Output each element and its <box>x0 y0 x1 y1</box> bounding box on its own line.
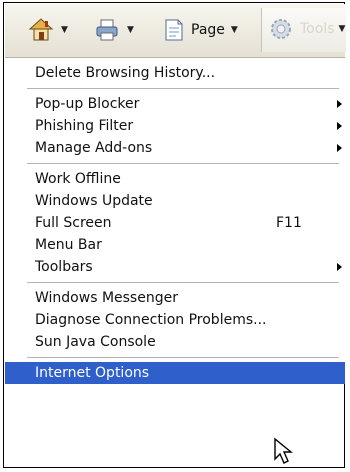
home-button[interactable]: ▼ <box>27 14 68 46</box>
menu-separator <box>27 357 339 358</box>
menu-item-menu-bar[interactable]: Menu Bar <box>5 234 345 256</box>
menu-item-phishing-filter[interactable]: Phishing Filter <box>5 115 345 137</box>
menu-item-label: Internet Options <box>35 365 150 381</box>
submenu-arrow-icon <box>337 144 342 152</box>
print-dropdown-icon[interactable]: ▼ <box>127 25 134 35</box>
home-icon <box>28 18 54 41</box>
submenu-arrow-icon <box>337 100 342 108</box>
menu-item-delete-browsing-history[interactable]: Delete Browsing History... <box>5 62 345 84</box>
menu-separator <box>27 88 339 89</box>
page-button[interactable]: Page ▼ <box>163 14 238 46</box>
mouse-cursor-icon <box>274 437 293 464</box>
menu-item-label: Delete Browsing History... <box>35 65 216 81</box>
menu-item-toolbars[interactable]: Toolbars <box>5 256 345 278</box>
menu-item-sun-java-console[interactable]: Sun Java Console <box>5 331 345 353</box>
menu-item-label: Sun Java Console <box>35 334 156 350</box>
menu-item-diagnose-connection[interactable]: Diagnose Connection Problems... <box>5 309 345 331</box>
submenu-arrow-icon <box>337 263 342 271</box>
tools-dropdown-icon[interactable]: ▼ <box>339 24 346 34</box>
menu-item-label: Diagnose Connection Problems... <box>35 312 267 328</box>
menu-item-internet-options[interactable]: Internet Options <box>5 362 345 384</box>
menu-item-label: Full Screen <box>35 215 112 231</box>
page-dropdown-icon[interactable]: ▼ <box>231 25 238 35</box>
command-bar: ▼ ▼ Page ▼ Tools ▼ <box>5 4 346 58</box>
ie-tools-menu-window: ▼ ▼ Page ▼ Tools ▼ Delete Browsing Histo… <box>3 2 346 468</box>
menu-separator <box>27 282 339 283</box>
tools-menu: Delete Browsing History... Pop-up Blocke… <box>5 58 345 384</box>
shortcut-label: F11 <box>276 215 302 231</box>
menu-item-label: Menu Bar <box>35 237 102 253</box>
tools-label: Tools <box>300 21 335 37</box>
menu-item-label: Toolbars <box>35 259 93 275</box>
menu-item-popup-blocker[interactable]: Pop-up Blocker <box>5 93 345 115</box>
menu-item-label: Phishing Filter <box>35 118 134 134</box>
page-icon <box>165 19 183 41</box>
menu-item-label: Windows Update <box>35 193 153 209</box>
submenu-arrow-icon <box>337 122 342 130</box>
menu-item-windows-messenger[interactable]: Windows Messenger <box>5 287 345 309</box>
menu-item-windows-update[interactable]: Windows Update <box>5 190 345 212</box>
menu-item-work-offline[interactable]: Work Offline <box>5 168 345 190</box>
menu-item-label: Pop-up Blocker <box>35 96 140 112</box>
print-icon <box>96 19 118 41</box>
page-label: Page <box>191 22 225 38</box>
gear-icon <box>271 19 291 39</box>
menu-item-label: Work Offline <box>35 171 121 187</box>
menu-separator <box>27 163 339 164</box>
home-dropdown-icon[interactable]: ▼ <box>61 25 68 35</box>
menu-item-full-screen[interactable]: Full Screen F11 <box>5 212 345 234</box>
menu-item-label: Manage Add-ons <box>35 140 153 156</box>
menu-item-manage-addons[interactable]: Manage Add-ons <box>5 137 345 159</box>
tools-button[interactable]: Tools ▼ <box>261 8 346 52</box>
print-button[interactable]: ▼ <box>93 14 134 46</box>
menu-item-label: Windows Messenger <box>35 290 178 306</box>
